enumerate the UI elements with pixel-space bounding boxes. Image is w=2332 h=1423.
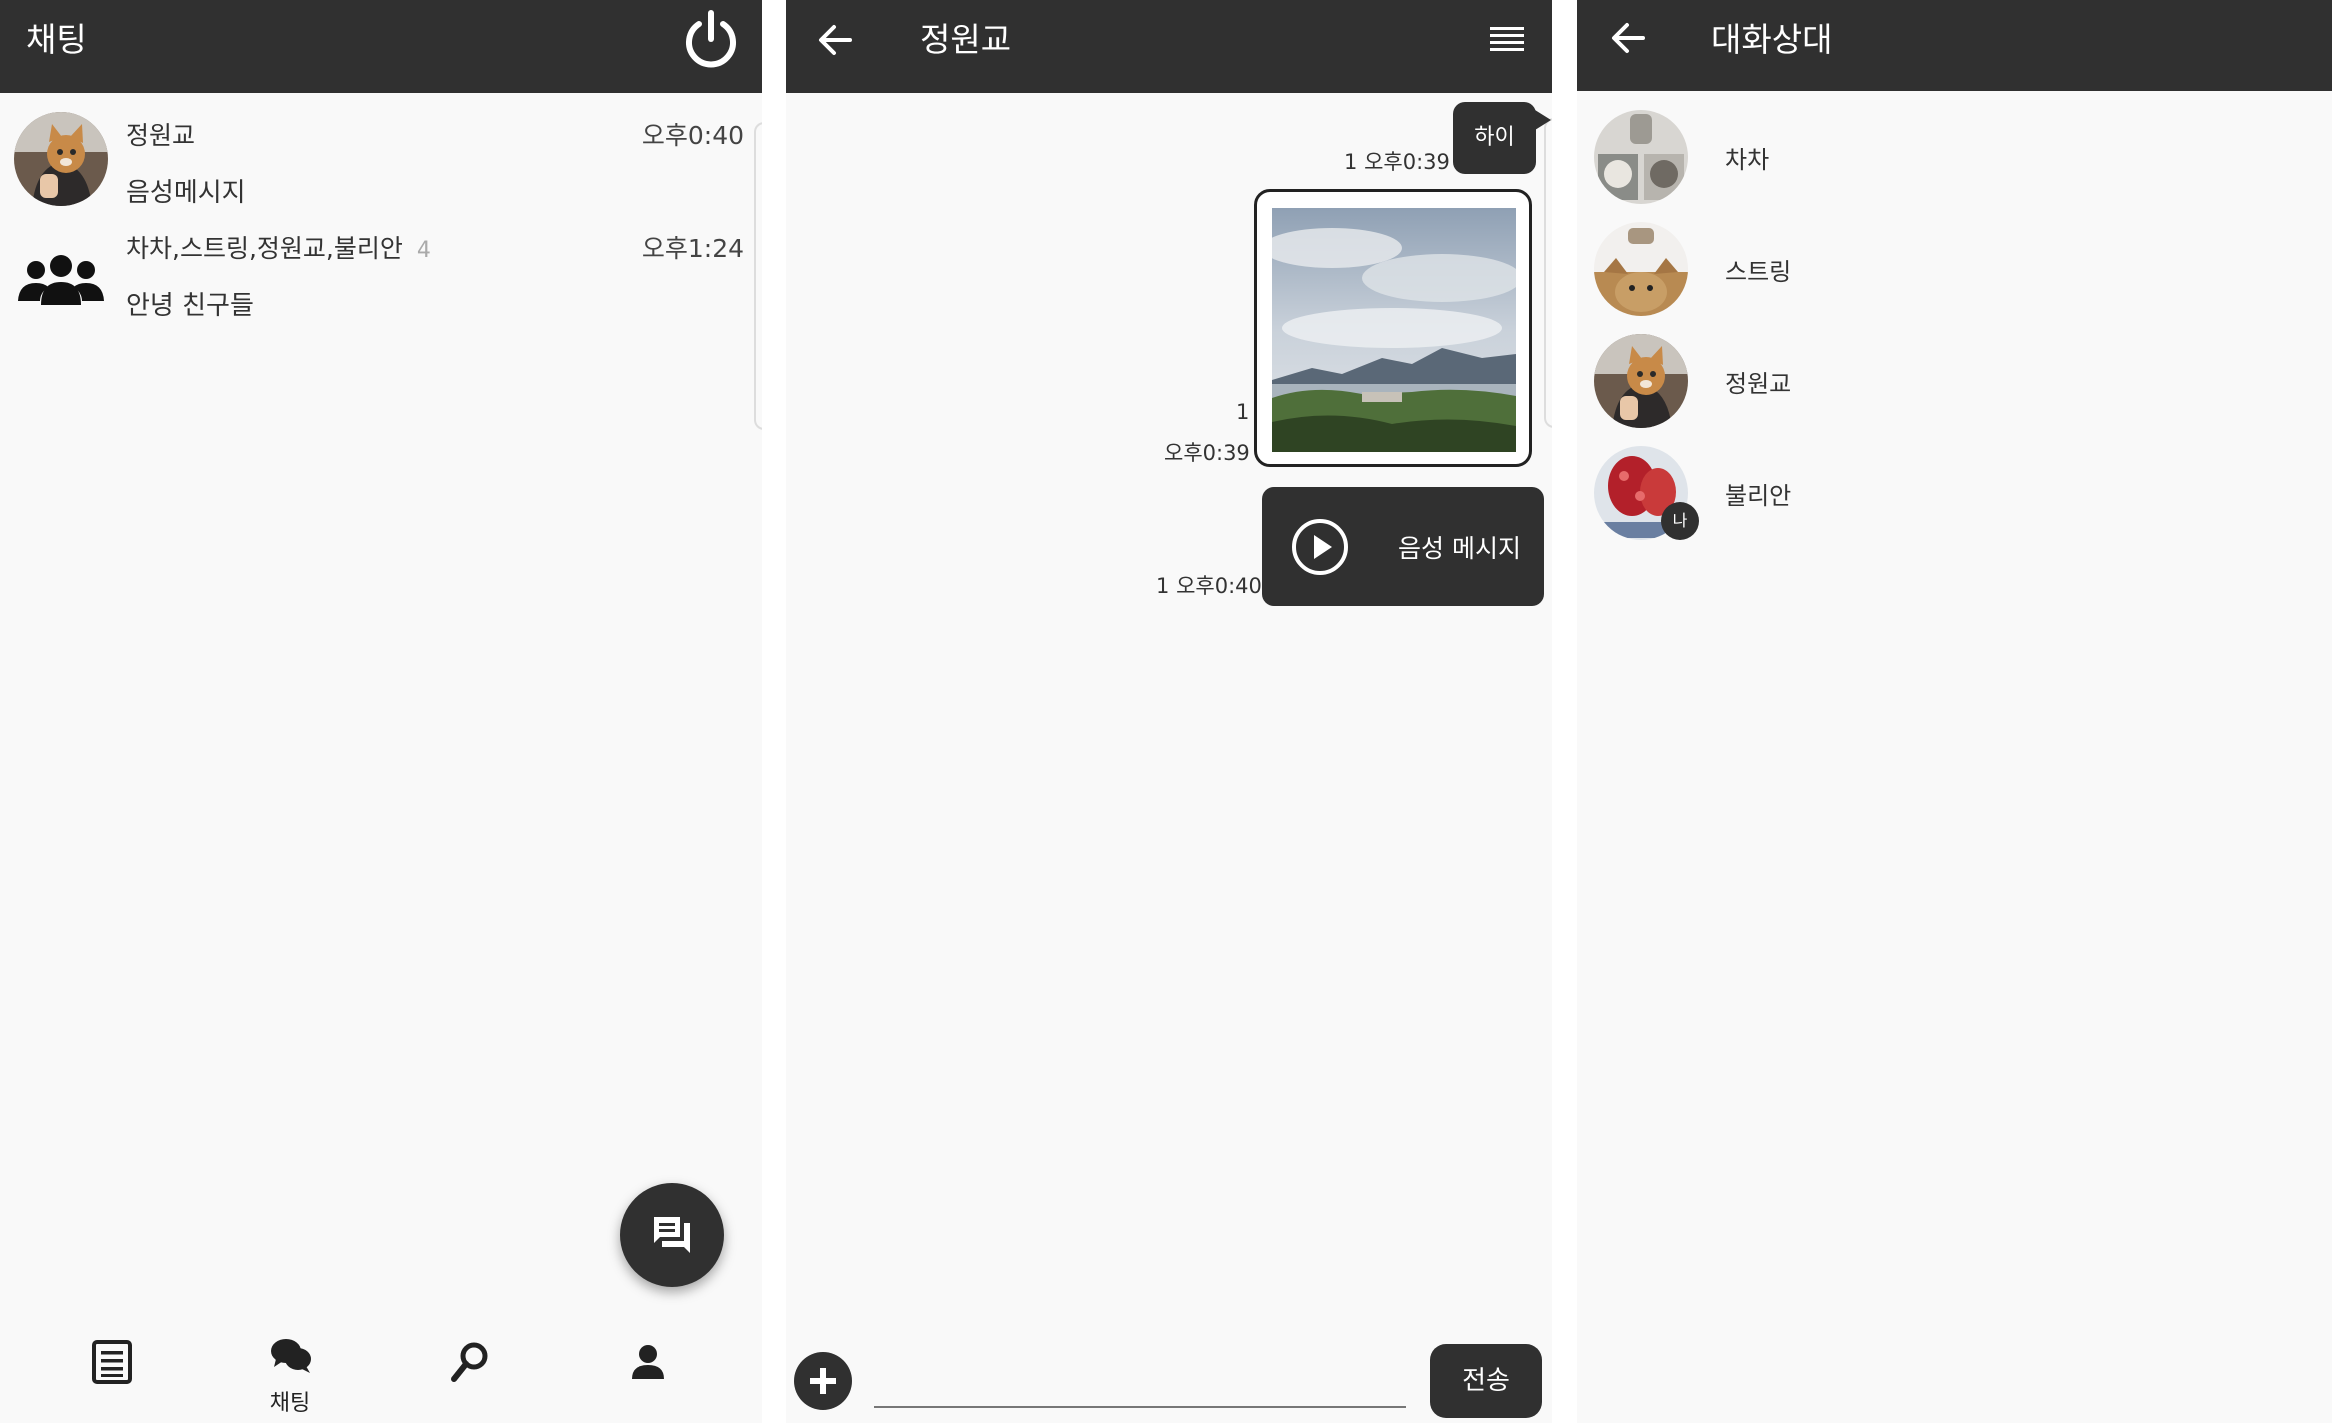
avatar bbox=[1594, 110, 1688, 204]
message-text: 하이 bbox=[1474, 125, 1515, 150]
chat-name: 차차,스트링,정원교,불리안 4 bbox=[126, 229, 431, 265]
list-icon bbox=[92, 1340, 132, 1384]
image-message[interactable] bbox=[1254, 189, 1532, 467]
app-bar: 정원교 bbox=[786, 0, 1552, 93]
member-name: 스트링 bbox=[1725, 258, 1792, 286]
back-arrow-icon[interactable] bbox=[1609, 18, 1649, 58]
new-chat-button[interactable] bbox=[620, 1183, 724, 1287]
participants-title: 대화상대 bbox=[1711, 20, 1833, 59]
nav-item-profile[interactable] bbox=[588, 1327, 708, 1423]
avatar bbox=[14, 112, 108, 206]
chat-icon bbox=[654, 1217, 690, 1253]
unread-count: 1 bbox=[1344, 150, 1358, 174]
message-meta: 1 오후0:40 bbox=[1156, 570, 1262, 600]
member-item[interactable]: 스트링 bbox=[1577, 210, 2332, 320]
member-count: 4 bbox=[416, 238, 431, 263]
member-name: 차차 bbox=[1725, 146, 1770, 174]
chat-list-screen: 채팅 정원교 오후0:40 음성메시지 차차,스트링,정원교,불리안 4 오후1… bbox=[0, 0, 762, 1423]
app-bar: 채팅 bbox=[0, 0, 762, 93]
unread-count: 1 bbox=[1156, 574, 1170, 598]
message-meta: 1 오후0:39 bbox=[1344, 146, 1450, 176]
bottom-nav: 채팅 bbox=[0, 1327, 762, 1423]
nav-item-chat[interactable]: 채팅 bbox=[230, 1327, 350, 1423]
chat-name-text: 차차,스트링,정원교,불리안 bbox=[126, 234, 403, 263]
chat-preview: 음성메시지 bbox=[126, 178, 246, 208]
member-name: 불리안 bbox=[1725, 482, 1792, 510]
member-name: 정원교 bbox=[1725, 370, 1792, 398]
message-input-bar: 전송 bbox=[786, 1330, 1552, 1423]
member-item[interactable]: 나 불리안 bbox=[1577, 434, 2332, 544]
member-item[interactable]: 차차 bbox=[1577, 98, 2332, 208]
chat-room-title: 정원교 bbox=[920, 20, 1012, 59]
back-arrow-icon[interactable] bbox=[816, 20, 856, 60]
add-attachment-button[interactable] bbox=[794, 1352, 852, 1410]
chat-list-item[interactable]: 차차,스트링,정원교,불리안 4 오후1:24 안녕 친구들 bbox=[0, 209, 762, 321]
photo-image bbox=[1272, 208, 1516, 452]
nav-item-list[interactable] bbox=[52, 1327, 172, 1423]
chat-time: 오후1:24 bbox=[641, 234, 744, 263]
message-time: 오후0:39 bbox=[1164, 441, 1250, 465]
nav-item-search[interactable] bbox=[410, 1327, 530, 1423]
voice-message[interactable]: 음성 메시지 bbox=[1262, 487, 1544, 606]
page-title: 채팅 bbox=[26, 20, 87, 59]
menu-icon[interactable] bbox=[1490, 26, 1524, 52]
chat-preview: 안녕 친구들 bbox=[126, 291, 254, 321]
chat-time: 오후0:40 bbox=[641, 121, 744, 150]
message-meta: 오후0:39 bbox=[1164, 437, 1250, 467]
person-icon bbox=[632, 1345, 664, 1379]
play-icon[interactable] bbox=[1290, 517, 1350, 577]
avatar bbox=[1594, 334, 1688, 428]
group-icon bbox=[14, 225, 108, 319]
send-button[interactable]: 전송 bbox=[1430, 1344, 1542, 1418]
message-bubble[interactable]: 하이 bbox=[1453, 102, 1536, 174]
app-bar: 대화상대 bbox=[1577, 0, 2332, 91]
message-meta: 1 bbox=[1236, 400, 1249, 424]
me-badge: 나 bbox=[1661, 502, 1699, 540]
power-icon[interactable] bbox=[680, 9, 742, 71]
message-time: 오후0:39 bbox=[1364, 150, 1450, 174]
message-input[interactable] bbox=[874, 1360, 1406, 1408]
nav-label: 채팅 bbox=[269, 1391, 311, 1416]
scroll-edge bbox=[1544, 118, 1552, 428]
bubble-tail bbox=[1535, 110, 1551, 130]
member-item[interactable]: 정원교 bbox=[1577, 322, 2332, 432]
chat-bubbles-icon bbox=[271, 1339, 311, 1373]
plus-icon bbox=[810, 1368, 836, 1394]
unread-count: 1 bbox=[1236, 400, 1250, 424]
search-icon bbox=[451, 1342, 488, 1382]
avatar bbox=[1594, 222, 1688, 316]
message-time: 오후0:40 bbox=[1176, 574, 1262, 598]
scroll-edge bbox=[754, 122, 762, 430]
chat-name: 정원교 bbox=[126, 121, 196, 150]
voice-label: 음성 메시지 bbox=[1398, 534, 1521, 563]
chat-list-item[interactable]: 정원교 오후0:40 음성메시지 bbox=[0, 96, 762, 208]
